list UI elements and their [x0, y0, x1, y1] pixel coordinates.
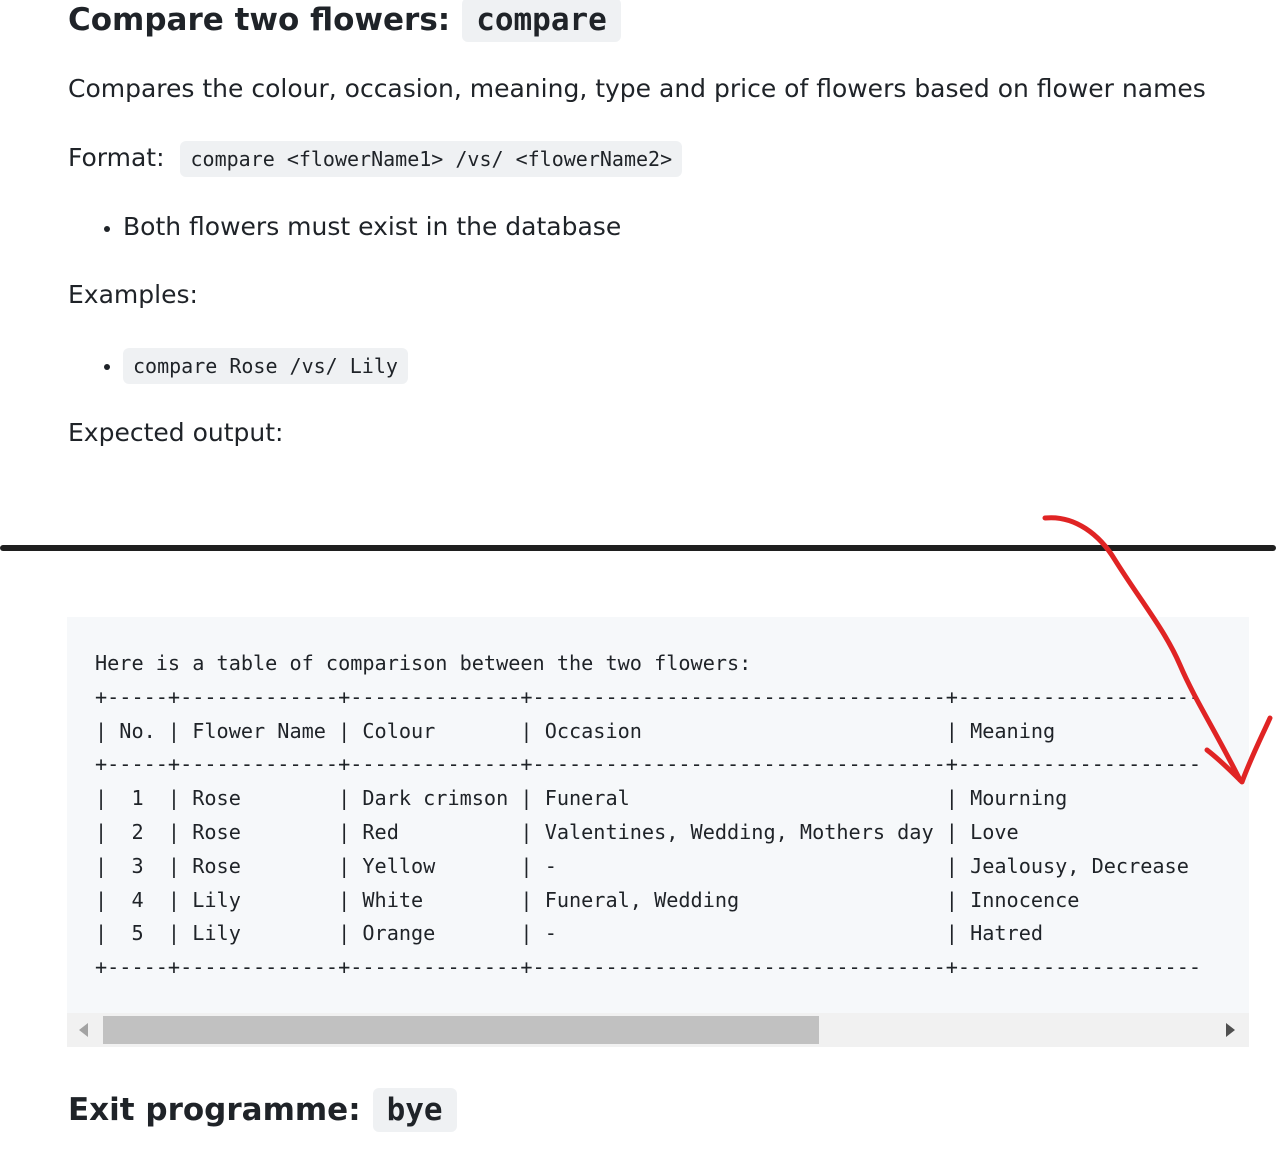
output-pre: Here is a table of comparison between th… [95, 647, 1201, 985]
scroll-left-arrow-icon[interactable] [79, 1023, 88, 1037]
scrollbar-thumb[interactable] [103, 1016, 819, 1044]
exit-command-code: bye [372, 1088, 457, 1132]
output-intro: Here is a table of comparison between th… [95, 651, 752, 675]
compare-command-code: compare [462, 0, 621, 42]
output-code-block[interactable]: Here is a table of comparison between th… [67, 617, 1249, 1047]
exit-heading: Exit programme: bye [68, 1088, 1248, 1132]
table-separator-mid: +-----+-------------+--------------+----… [95, 752, 1202, 777]
horizontal-divider [0, 545, 1276, 551]
table-row: | 3 | Rose | Yellow | - | Jealousy, Decr… [95, 853, 1189, 878]
compare-heading: Compare two flowers: compare [68, 0, 1248, 42]
compare-heading-text: Compare two flowers: [68, 2, 451, 38]
requirements-list: Both flowers must exist in the database [68, 210, 1248, 244]
scroll-right-arrow-icon[interactable] [1226, 1023, 1235, 1037]
examples-label: Examples: [68, 280, 198, 309]
table-row: | 5 | Lily | Orange | - | Hatred [95, 921, 1044, 946]
table-separator-top: +-----+-------------+--------------+----… [95, 684, 1202, 709]
compare-description: Compares the colour, occasion, meaning, … [68, 74, 1206, 103]
table-header-row: | No. | Flower Name | Colour | Occasion … [95, 718, 1056, 743]
exit-heading-text: Exit programme: [68, 1092, 361, 1128]
format-line: Format: compare <flowerName1> /vs/ <flow… [68, 141, 1248, 177]
examples-list: compare Rose /vs/ Lily [68, 348, 1248, 384]
example-code: compare Rose /vs/ Lily [123, 348, 408, 384]
format-code: compare <flowerName1> /vs/ <flowerName2> [180, 141, 683, 177]
list-item: Both flowers must exist in the database [123, 210, 1248, 244]
table-row: | 4 | Lily | White | Funeral, Wedding | … [95, 887, 1080, 912]
expected-output-label: Expected output: [68, 418, 284, 447]
format-label: Format: [68, 143, 165, 172]
list-item: compare Rose /vs/ Lily [123, 348, 1248, 384]
table-row: | 1 | Rose | Dark crimson | Funeral | Mo… [95, 786, 1068, 811]
exit-section: Exit programme: bye [68, 1088, 1248, 1132]
compare-section: Compare two flowers: compare [68, 0, 1248, 42]
table-row: | 2 | Rose | Red | Valentines, Wedding, … [95, 819, 1019, 844]
horizontal-scrollbar[interactable] [67, 1013, 1249, 1047]
table-separator-bottom: +-----+-------------+--------------+----… [95, 955, 1202, 980]
page: Compare two flowers: compare Compares th… [0, 0, 1276, 1156]
